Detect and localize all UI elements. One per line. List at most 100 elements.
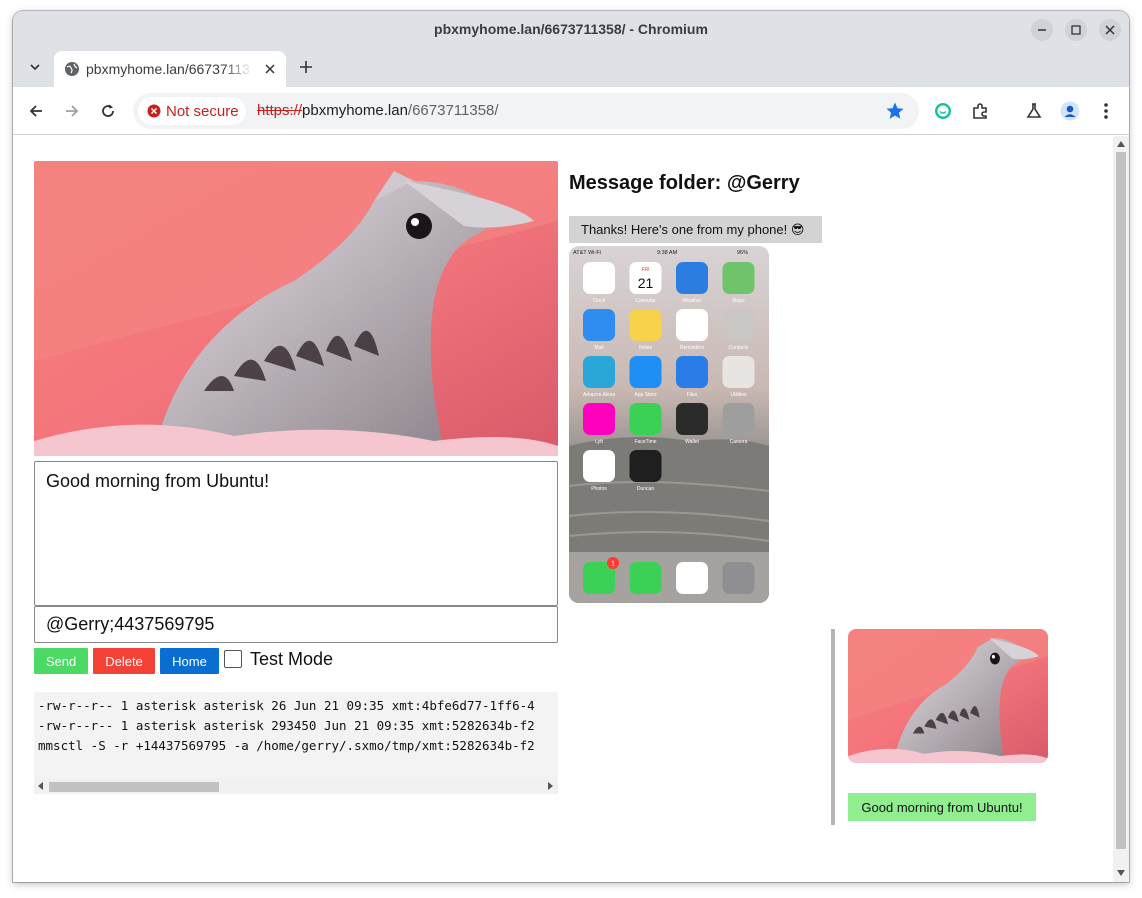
app-label: Lyft <box>595 439 603 445</box>
horizontal-scrollbar[interactable] <box>34 778 558 794</box>
app-label: Duncan <box>637 486 654 492</box>
tab-search-button[interactable] <box>25 57 45 77</box>
back-button[interactable] <box>26 101 46 121</box>
close-icon <box>1105 25 1115 35</box>
warning-icon <box>147 104 161 118</box>
extensions-button[interactable] <box>970 101 990 121</box>
close-icon <box>265 64 275 74</box>
status-time: 9:38 AM <box>657 250 678 256</box>
app-label: Contacts <box>729 345 749 351</box>
delete-button[interactable]: Delete <box>93 648 155 674</box>
log-line: -rw-r--r-- 1 asterisk asterisk 26 Jun 21… <box>38 698 535 713</box>
numbat-illustration <box>34 161 558 456</box>
app-icon-reminders: Reminders <box>676 309 708 351</box>
command-log: -rw-r--r-- 1 asterisk asterisk 26 Jun 21… <box>34 692 558 794</box>
labs-button[interactable] <box>1024 101 1044 121</box>
status-carrier: AT&T Wi-Fi <box>573 250 601 256</box>
arrow-right-icon <box>66 105 79 117</box>
grammar-extension-button[interactable] <box>933 101 953 121</box>
folder-title: Message folder: @Gerry <box>569 172 800 194</box>
outgoing-message: Good morning from Ubuntu! <box>848 793 1036 821</box>
calendar-day: FRI <box>641 267 649 273</box>
app-label: App Store <box>634 392 656 398</box>
scroll-down-icon[interactable] <box>1117 869 1125 877</box>
sent-image-attachment[interactable] <box>848 629 1048 763</box>
status-battery: 96% <box>737 250 748 256</box>
not-secure-label: Not secure <box>166 103 239 120</box>
header-image <box>34 161 558 456</box>
title-bar: pbxmyhome.lan/6673711358/ - Chromium <box>13 11 1129 47</box>
app-label: Notes <box>639 345 653 351</box>
maximize-button[interactable] <box>1065 19 1087 41</box>
arrow-left-icon <box>29 105 42 117</box>
test-mode-checkbox[interactable] <box>224 650 242 668</box>
window-title: pbxmyhome.lan/6673711358/ - Chromium <box>434 21 708 37</box>
security-chip[interactable]: Not secure <box>138 97 246 125</box>
app-label: Clock <box>593 298 606 304</box>
bookmark-star-icon[interactable] <box>885 101 905 121</box>
calendar-date: 21 <box>638 275 654 291</box>
address-bar[interactable]: Not secure https://pbxmyhome.lan/6673711… <box>133 93 919 129</box>
app-label: Wallet <box>685 439 699 445</box>
app-label: Reminders <box>680 345 705 351</box>
send-button[interactable]: Send <box>34 648 88 674</box>
scroll-left-icon <box>38 782 43 790</box>
menu-button[interactable] <box>1096 101 1116 121</box>
tab-active[interactable]: pbxmyhome.lan/6673711358/ <box>54 51 286 87</box>
dock-icon-phone <box>629 562 662 594</box>
home-button[interactable]: Home <box>160 648 219 674</box>
vertical-scroll-thumb[interactable] <box>1116 152 1126 849</box>
url-scheme: https:// <box>257 102 303 119</box>
browser-window: pbxmyhome.lan/6673711358/ - Chromium pbx… <box>13 11 1129 882</box>
ios-home-screen-image: AT&T Wi-Fi 9:38 AM 96% Clock Calendar Weat… <box>569 246 769 603</box>
horizontal-scroll-thumb[interactable] <box>49 782 219 792</box>
profile-button[interactable] <box>1060 101 1080 121</box>
close-window-button[interactable] <box>1099 19 1121 41</box>
chevron-down-icon <box>30 64 40 71</box>
app-label: Weather <box>683 298 702 304</box>
reload-icon <box>102 104 114 117</box>
app-label: Files <box>687 392 698 398</box>
url-text: https://pbxmyhome.lan/6673711358/ <box>257 102 499 119</box>
scroll-right-icon <box>548 782 553 790</box>
forward-button[interactable] <box>62 101 82 121</box>
dock-icon-settings <box>722 562 755 594</box>
test-mode-label: Test Mode <box>250 649 334 669</box>
app-label: Utilities <box>730 392 747 398</box>
app-label: Amazon Alexa <box>583 392 615 398</box>
messages-badge-count: 1 <box>611 561 615 568</box>
flask-icon <box>1026 103 1042 118</box>
recipient-input[interactable]: @Gerry;4437569795 <box>34 606 558 643</box>
app-label: FaceTime <box>634 439 656 445</box>
url-path: /6673711358/ <box>407 102 499 119</box>
dock-icon-safari <box>676 562 708 594</box>
minimize-button[interactable] <box>1031 19 1053 41</box>
message-textarea[interactable]: Good morning from Ubuntu! <box>34 461 558 606</box>
page-content: Good morning from Ubuntu! @Gerry;4437569… <box>13 136 1113 882</box>
app-label: Photos <box>591 486 607 492</box>
numbat-thumbnail <box>848 629 1048 763</box>
kebab-menu-icon <box>1104 103 1108 119</box>
plus-icon <box>300 61 312 73</box>
phone-screenshot-attachment[interactable]: AT&T Wi-Fi 9:38 AM 96% Clock Calendar Weat… <box>569 246 769 603</box>
app-icon-amazon-alexa: Amazon Alexa <box>583 356 615 398</box>
sent-message-border <box>831 629 835 825</box>
app-label: Mail <box>594 345 603 351</box>
log-line: -rw-r--r-- 1 asterisk asterisk 293450 Ju… <box>38 718 535 733</box>
puzzle-icon <box>973 103 987 119</box>
new-tab-button[interactable] <box>296 57 316 77</box>
vertical-scrollbar[interactable] <box>1113 136 1129 882</box>
scroll-up-icon[interactable] <box>1117 140 1125 148</box>
globe-icon <box>65 62 79 76</box>
toolbar: Not secure https://pbxmyhome.lan/6673711… <box>13 87 1129 135</box>
tab-strip: pbxmyhome.lan/6673711358/ <box>13 47 1129 87</box>
log-line: mmsctl -S -r +14437569795 -a /home/gerry… <box>38 738 535 753</box>
reload-button[interactable] <box>98 101 118 121</box>
tab-close-button[interactable] <box>262 61 278 77</box>
avatar-icon <box>1060 101 1080 121</box>
url-host: pbxmyhome.lan <box>302 102 408 119</box>
smiley-extension-icon <box>935 103 951 119</box>
incoming-message: Thanks! Here's one from my phone! 😎 <box>569 216 822 243</box>
maximize-icon <box>1071 25 1081 35</box>
minimize-icon <box>1038 29 1046 31</box>
